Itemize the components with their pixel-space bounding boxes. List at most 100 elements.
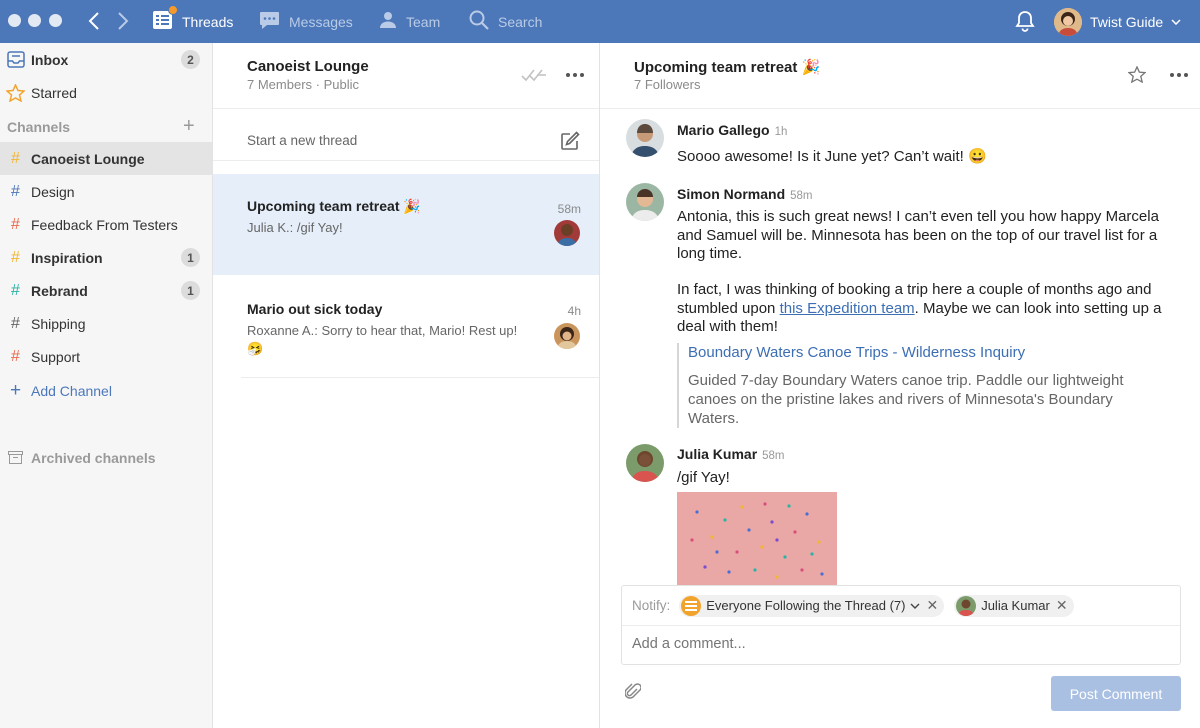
sidebar-item-canoeist-lounge[interactable]: # Canoeist Lounge: [0, 142, 212, 175]
avatar: [956, 595, 977, 616]
thread-title: Upcoming team retreat 🎉: [247, 198, 421, 214]
message-time: 58m: [790, 190, 813, 202]
channels-heading: Channels: [7, 119, 71, 135]
sidebar-item-label: Inspiration: [31, 249, 103, 266]
start-new-thread-label: Start a new thread: [247, 133, 358, 148]
message-time: 58m: [762, 450, 785, 462]
thread-item-upcoming-team-retreat[interactable]: Upcoming team retreat 🎉 58m Julia K.: /g…: [213, 174, 599, 275]
plus-icon: +: [9, 379, 22, 401]
channel-subtitle: 7 Members · Public: [247, 77, 359, 92]
sidebar-item-label: Canoeist Lounge: [31, 150, 145, 167]
nav-search[interactable]: Search: [469, 0, 542, 43]
archived-channels-label: Archived channels: [31, 449, 156, 466]
hash-icon: #: [11, 248, 20, 266]
more-options-icon[interactable]: [566, 73, 584, 77]
mark-all-read-icon[interactable]: [521, 68, 547, 82]
star-icon[interactable]: [1128, 66, 1146, 83]
channel-header: Canoeist Lounge 7 Members · Public: [213, 43, 599, 109]
nav-threads[interactable]: Threads: [152, 0, 233, 43]
search-icon: [469, 10, 489, 33]
notify-row: Notify: Everyone Following the Thread (7…: [622, 586, 1180, 626]
sidebar-item-label: Starred: [31, 84, 77, 101]
inbox-count-badge: 2: [181, 50, 200, 69]
nav-team-label: Team: [406, 13, 441, 30]
thread-view-title: Upcoming team retreat 🎉: [634, 59, 821, 76]
sidebar-item-label: Feedback From Testers: [31, 216, 178, 233]
forward-arrow-icon[interactable]: [117, 11, 129, 31]
sidebar: Inbox 2 Starred Channels + # Canoeist Lo…: [0, 43, 213, 728]
sidebar-item-label: Shipping: [31, 315, 86, 332]
comment-input[interactable]: [632, 636, 1162, 652]
people-group-icon: [681, 595, 702, 616]
chevron-down-icon[interactable]: [910, 603, 920, 609]
nav-messages-label: Messages: [289, 13, 353, 30]
message-author: Mario Gallego 1h: [677, 122, 787, 138]
notify-person-chip[interactable]: Julia Kumar ✕: [954, 594, 1074, 617]
remove-chip-icon[interactable]: ✕: [926, 597, 938, 614]
thread-item-mario-out-sick[interactable]: Mario out sick today 4h Roxanne A.: Sorr…: [213, 276, 599, 378]
nav-threads-label: Threads: [182, 13, 234, 30]
thread-snippet: Julia K.: /gif Yay!: [247, 220, 343, 235]
gif-image[interactable]: [677, 492, 837, 587]
more-options-icon[interactable]: [1170, 73, 1188, 77]
notify-label: Notify:: [632, 598, 671, 613]
avatar: [554, 323, 580, 349]
avatar: [554, 220, 580, 246]
window-minimize-button[interactable]: [28, 14, 41, 27]
add-channel-plus-icon[interactable]: +: [183, 115, 195, 138]
channel-title: Canoeist Lounge: [247, 58, 369, 75]
thread-view: Upcoming team retreat 🎉 7 Followers Mari…: [600, 43, 1200, 728]
message-time: 1h: [774, 126, 788, 138]
sidebar-item-label: Design: [31, 183, 75, 200]
comment-composer: Notify: Everyone Following the Thread (7…: [621, 585, 1181, 665]
nav-team[interactable]: Team: [379, 0, 440, 43]
thread-header: Upcoming team retreat 🎉 7 Followers: [600, 43, 1200, 109]
remove-chip-icon[interactable]: ✕: [1056, 597, 1068, 614]
nav-messages[interactable]: Messages: [259, 0, 353, 43]
sidebar-item-design[interactable]: # Design: [0, 175, 212, 208]
messages-icon: [259, 11, 280, 33]
sidebar-item-support[interactable]: # Support: [0, 340, 212, 373]
window-zoom-button[interactable]: [49, 14, 62, 27]
nav-search-label: Search: [498, 13, 543, 30]
notify-everyone-chip[interactable]: Everyone Following the Thread (7) ✕: [679, 594, 945, 617]
back-arrow-icon[interactable]: [88, 11, 100, 31]
unread-dot: [168, 5, 178, 15]
window-close-button[interactable]: [8, 14, 21, 27]
chevron-down-icon: [1171, 18, 1181, 25]
thread-followers: 7 Followers: [634, 77, 701, 92]
author-name: Simon Normand: [677, 186, 786, 202]
sidebar-item-inspiration[interactable]: # Inspiration 1: [0, 241, 212, 274]
sidebar-item-label: Rebrand: [31, 282, 88, 299]
thread-snippet: Roxanne A.: Sorry to hear that, Mario! R…: [247, 323, 518, 356]
author-name: Julia Kumar: [677, 446, 758, 462]
user-name: Twist Guide: [1090, 13, 1164, 30]
inbox-icon: [6, 51, 25, 68]
archive-box-icon: [0, 451, 31, 464]
expedition-link[interactable]: this Expedition team: [780, 300, 915, 317]
post-comment-button[interactable]: Post Comment: [1051, 676, 1181, 711]
hash-icon: #: [11, 182, 20, 200]
message-author: Julia Kumar 58m: [677, 446, 785, 462]
start-new-thread-button[interactable]: Start a new thread: [213, 121, 599, 161]
unread-count-badge: 1: [181, 281, 200, 300]
link-preview-title[interactable]: Boundary Waters Canoe Trips - Wilderness…: [688, 343, 1157, 362]
user-menu[interactable]: Twist Guide: [1054, 0, 1181, 43]
paperclip-icon[interactable]: [625, 683, 641, 701]
bell-icon[interactable]: [1015, 10, 1035, 32]
hash-icon: #: [11, 347, 20, 365]
sidebar-item-inbox[interactable]: Inbox 2: [0, 43, 212, 76]
message-text: /gif Yay!: [677, 469, 730, 486]
thread-time: 58m: [557, 202, 581, 216]
add-channel-link[interactable]: + Add Channel: [0, 374, 212, 407]
sidebar-item-starred[interactable]: Starred: [0, 76, 212, 109]
link-preview-description: Guided 7-day Boundary Waters canoe trip.…: [688, 372, 1124, 427]
archived-channels-link[interactable]: Archived channels: [0, 441, 156, 474]
sidebar-item-feedback-from-testers[interactable]: # Feedback From Testers: [0, 208, 212, 241]
sidebar-item-rebrand[interactable]: # Rebrand 1: [0, 274, 212, 307]
threads-icon: [152, 5, 178, 33]
sidebar-item-label: Support: [31, 348, 81, 365]
avatar: [626, 444, 664, 482]
team-icon: [379, 11, 397, 32]
sidebar-item-shipping[interactable]: # Shipping: [0, 307, 212, 340]
